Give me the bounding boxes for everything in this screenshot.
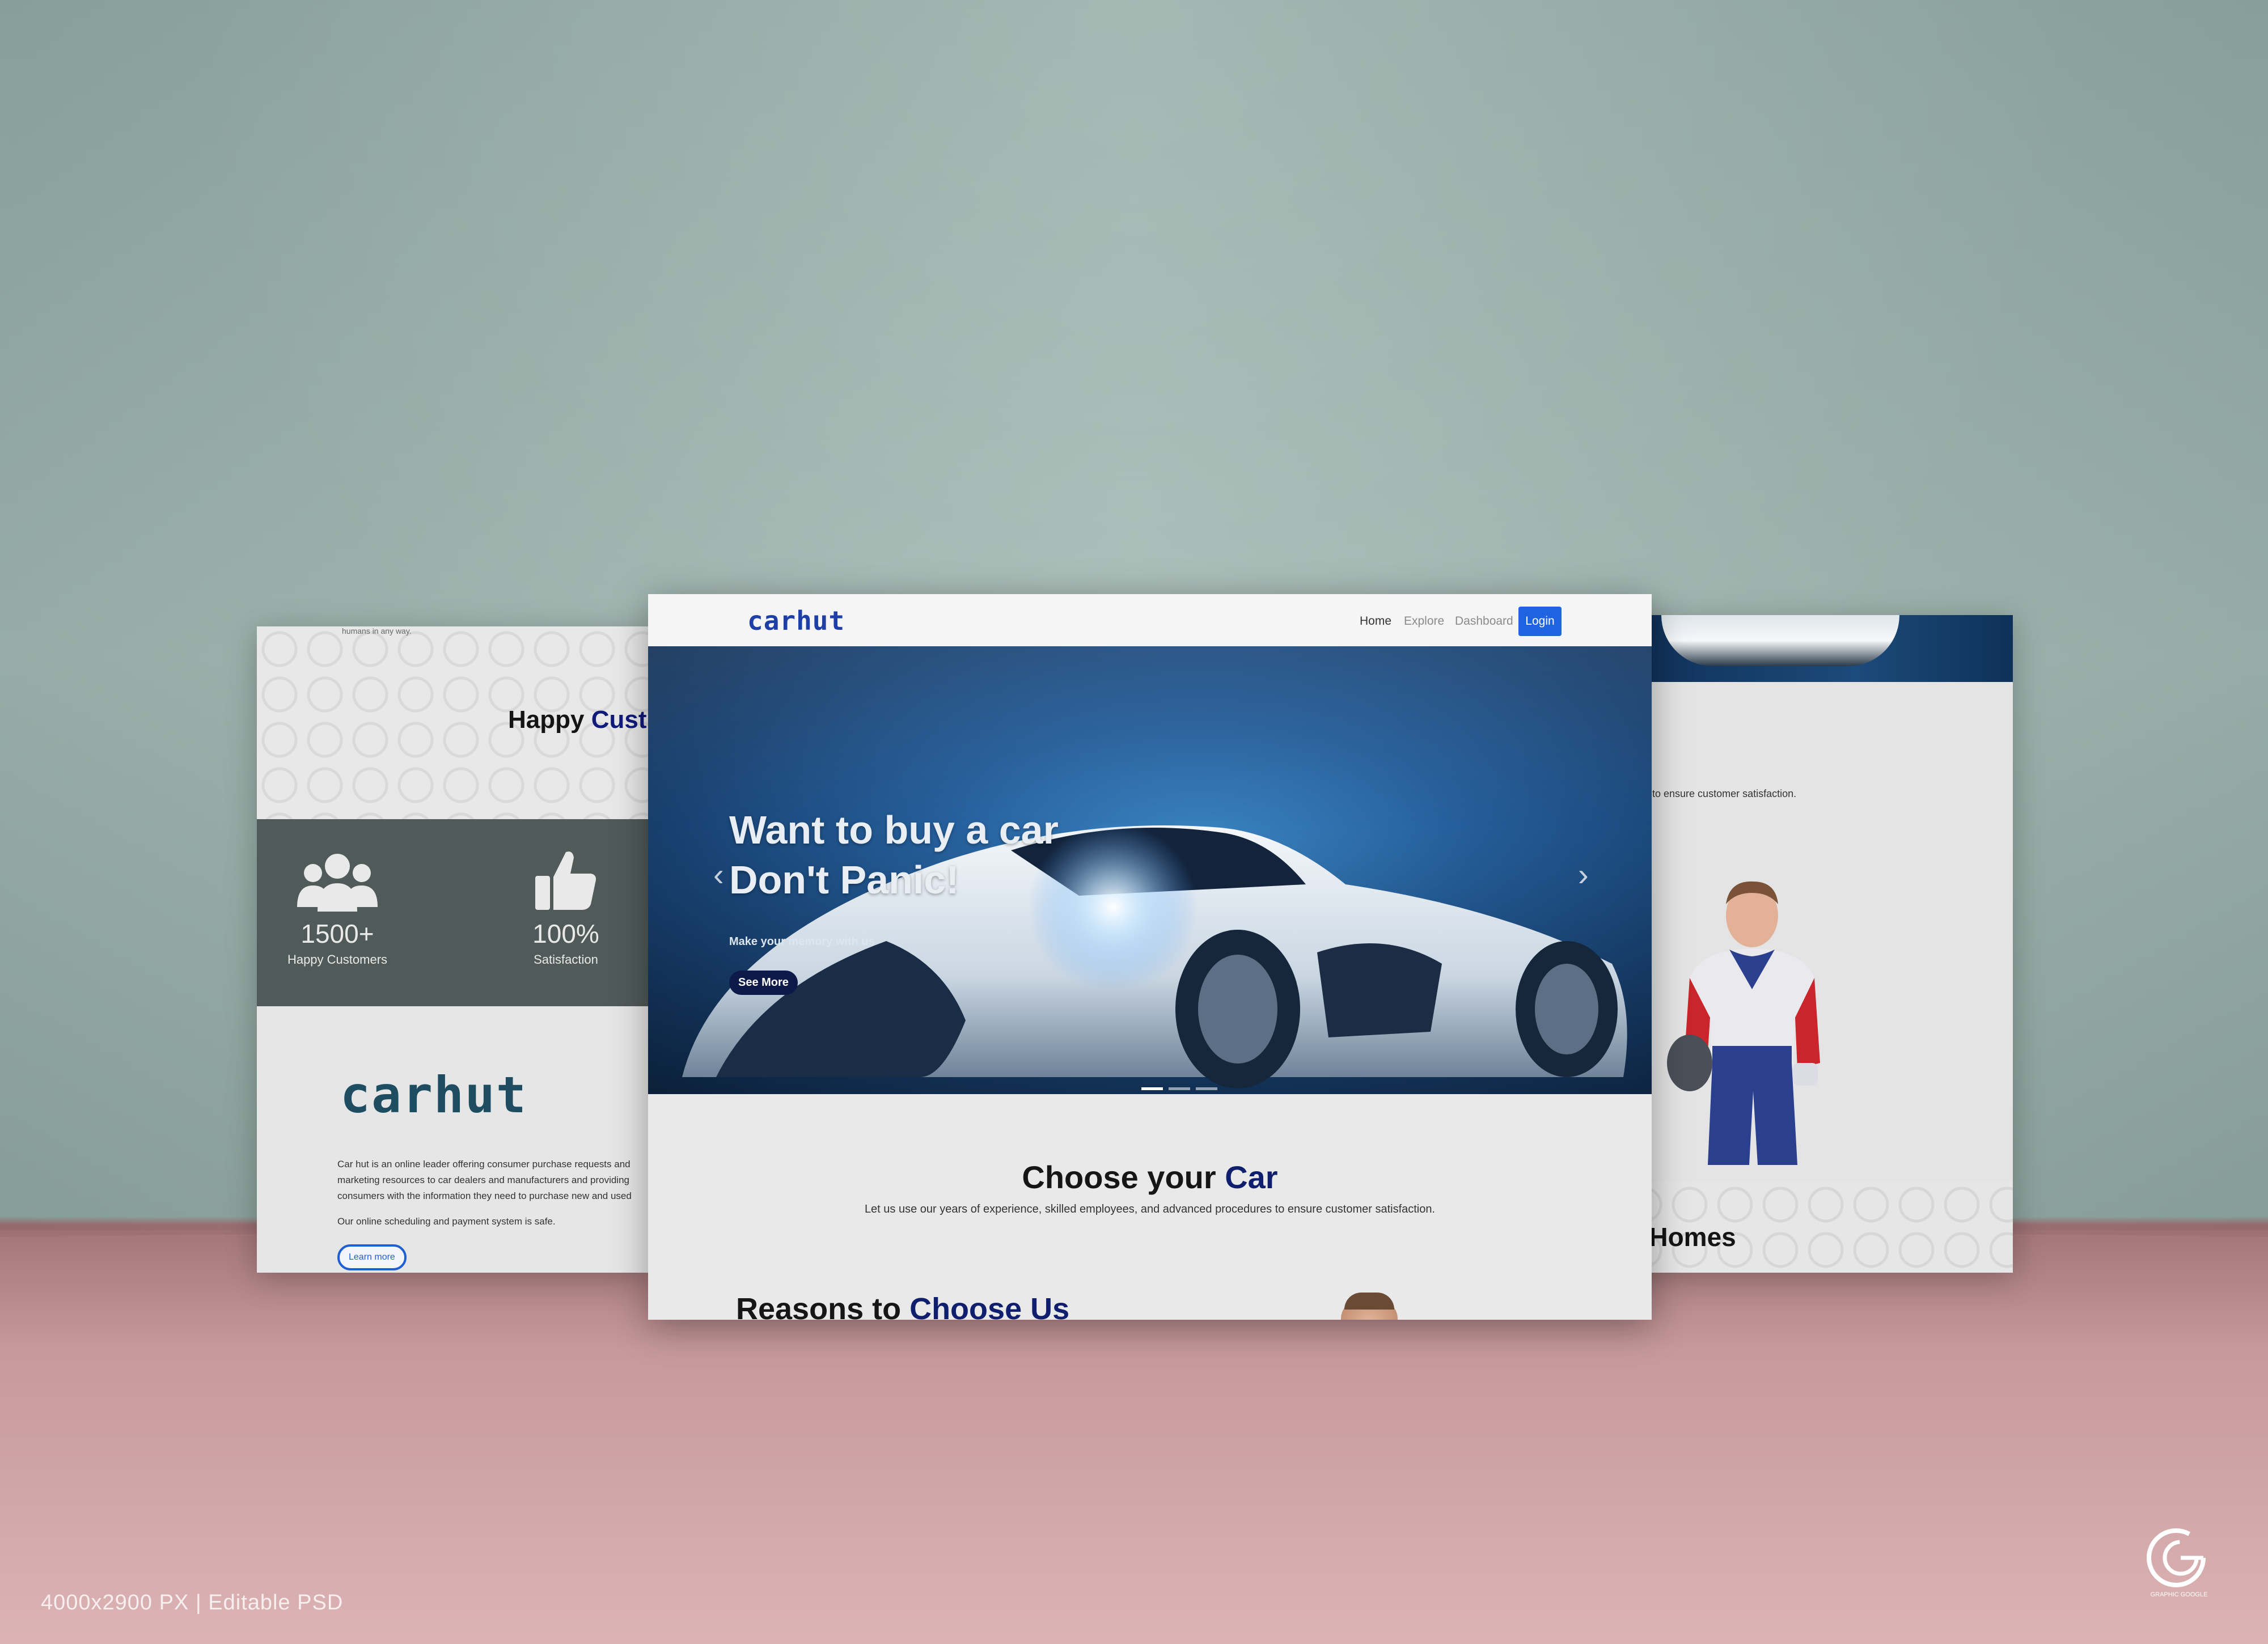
reasons-heading: Reasons to Choose Us — [736, 1291, 1069, 1320]
nav-home-link[interactable]: Home — [1360, 615, 1391, 628]
heading-accent: Cust — [591, 706, 647, 734]
graphic-google-logo: GRAPHIC GOOGLE — [2147, 1528, 2208, 1598]
carousel-indicator[interactable] — [1141, 1087, 1163, 1090]
heading-plain: Choose your — [1022, 1159, 1225, 1195]
thumbs-up-icon — [492, 850, 640, 913]
hero-image-strip — [1622, 615, 2013, 682]
racer-image — [1667, 881, 1820, 1165]
login-button[interactable]: Login — [1518, 607, 1562, 636]
carousel-next-icon[interactable]: › — [1578, 856, 1589, 893]
hero-title: Want to buy a car Don't Panic! — [729, 805, 1059, 905]
left-page-mockup: humans in any way. Happy Cust 1500+ Happ… — [257, 626, 648, 1273]
security-text: Our online scheduling and payment system… — [337, 1216, 556, 1227]
car-image-fragment — [1661, 615, 1899, 666]
center-page-mockup: carhut Home Explore Dashboard Login Want… — [648, 594, 1652, 1320]
carousel-prev-icon[interactable]: ‹ — [713, 856, 724, 893]
choose-car-subtitle: Let us use our years of experience, skil… — [864, 1203, 1436, 1215]
choose-car-heading: Choose your Car — [648, 1159, 1652, 1196]
stats-band: 1500+ Happy Customers 100% Satisfaction — [257, 819, 648, 1006]
about-text: Car hut is an online leader offering con… — [337, 1159, 632, 1201]
person-hair-fragment — [1344, 1293, 1394, 1310]
carousel-indicators — [1141, 1087, 1217, 1090]
heading-accent: Car — [1225, 1159, 1278, 1195]
carousel-indicator[interactable] — [1196, 1087, 1217, 1090]
learn-more-button[interactable]: Learn more — [337, 1244, 407, 1270]
footer-logo[interactable]: carhut — [340, 1066, 527, 1124]
nav-dashboard-link[interactable]: Dashboard — [1455, 615, 1513, 628]
brand-logo[interactable]: carhut — [747, 605, 845, 636]
heading-plain: Reasons to — [736, 1292, 910, 1320]
hero-carousel: Want to buy a car Don't Panic! Make your… — [648, 646, 1652, 1094]
top-snippet-text: humans in any way. — [342, 626, 412, 635]
stat-customers: 1500+ Happy Customers — [264, 850, 411, 967]
stat-satisfaction: 100% Satisfaction — [492, 850, 640, 967]
heading-plain: Happy — [508, 706, 591, 734]
nav-explore-link[interactable]: Explore — [1404, 615, 1444, 628]
heading-accent: Choose Us — [909, 1292, 1070, 1320]
hero-subtitle: Make your memory with us — [729, 935, 875, 948]
right-page-mockup: s to ensure customer satisfaction. y Hom… — [1622, 615, 2013, 1273]
users-icon — [264, 850, 411, 913]
hero-title-line2: Don't Panic! — [729, 858, 959, 902]
subtitle-text: s to ensure customer satisfaction. — [1644, 788, 1797, 799]
stat-value: 100% — [532, 919, 599, 948]
stat-label: Satisfaction — [534, 952, 598, 967]
logo-text: GRAPHIC GOOGLE — [2151, 1591, 2208, 1598]
see-more-button[interactable]: See More — [729, 971, 798, 995]
mockup-caption: 4000x2900 PX | Editable PSD — [41, 1591, 344, 1615]
section-heading: Happy Cust — [508, 706, 646, 734]
stat-label: Happy Customers — [287, 952, 388, 967]
navbar: carhut Home Explore Dashboard Login — [648, 594, 1652, 646]
carousel-indicator[interactable] — [1169, 1087, 1190, 1090]
hero-title-line1: Want to buy a car — [729, 808, 1059, 852]
stat-value: 1500+ — [301, 919, 374, 948]
